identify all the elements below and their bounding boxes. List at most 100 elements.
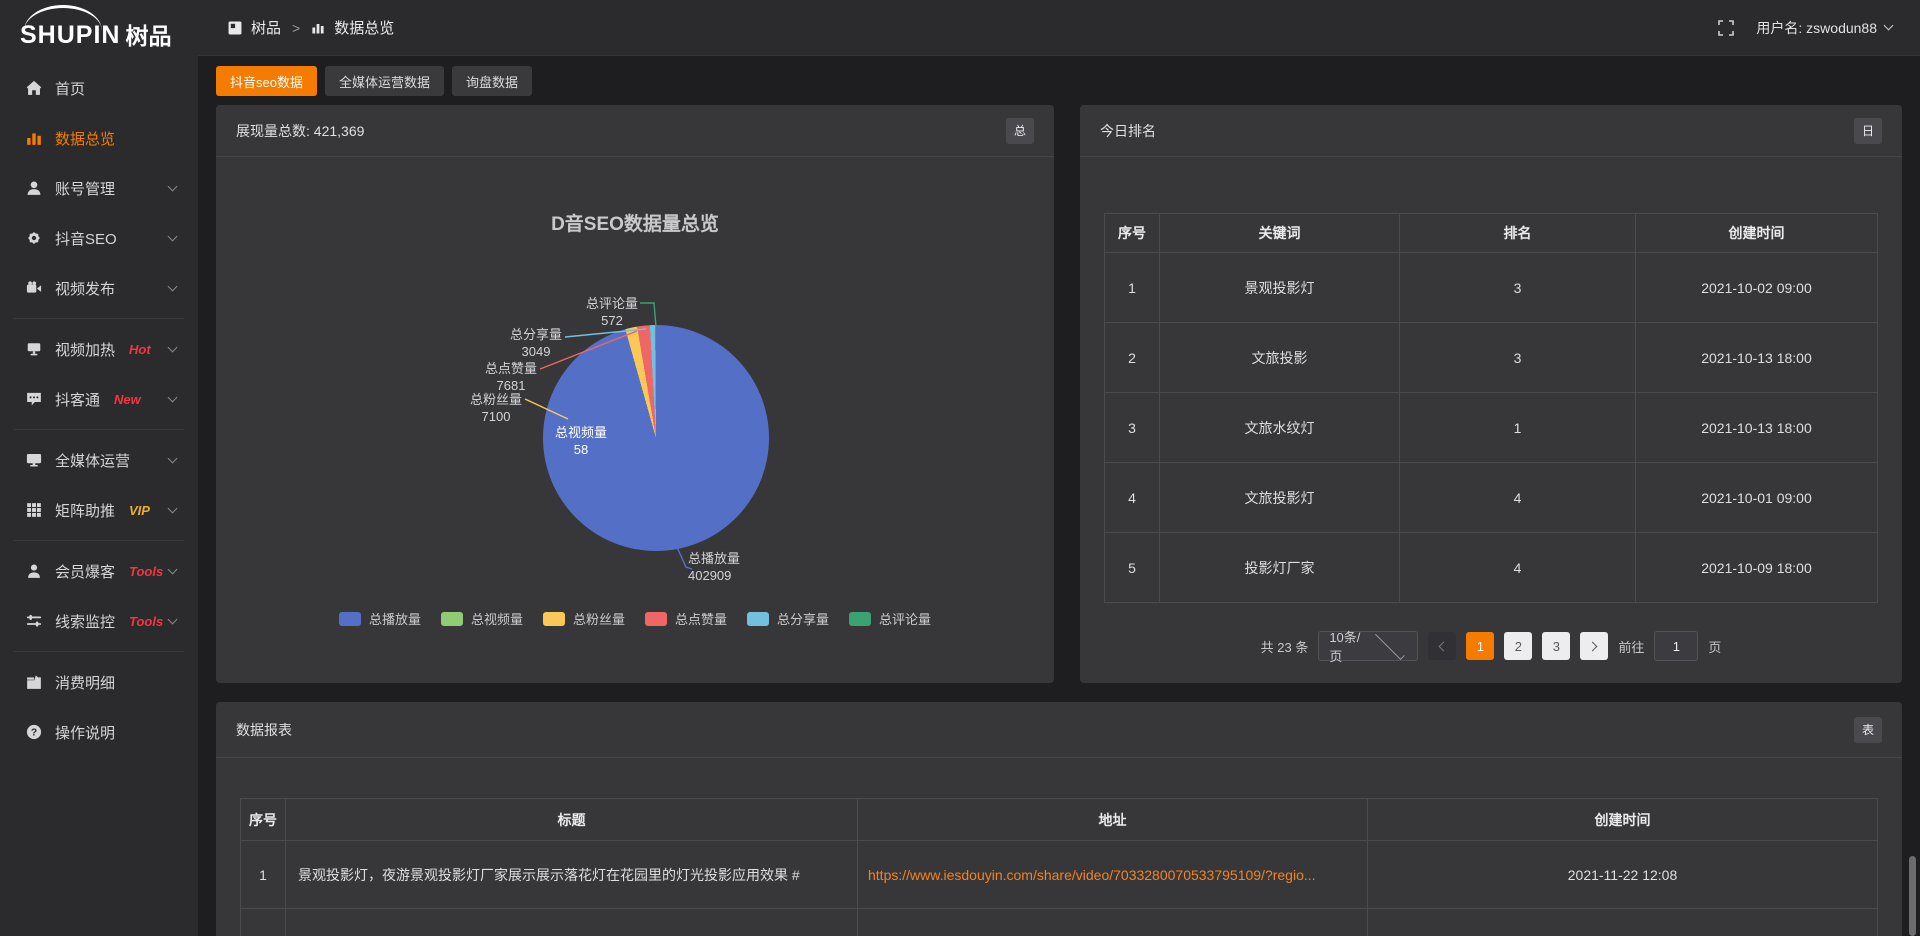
sidebar-item-matrix-boost[interactable]: 矩阵助推 VIP: [0, 485, 198, 535]
sidebar-item-home[interactable]: 首页: [0, 63, 198, 113]
user-icon: [26, 180, 42, 196]
legend-item-shares[interactable]: 总分享量: [747, 609, 829, 628]
pie-label-plays: 总播放量402909: [688, 550, 740, 584]
chevron-down-icon: [168, 614, 178, 624]
sidebar-item-account[interactable]: 账号管理: [0, 163, 198, 213]
sidebar-item-consume-detail[interactable]: 消费明细: [0, 657, 198, 707]
video-camera-icon: [26, 280, 42, 296]
content-area: 抖音seo数据 全媒体运营数据 询盘数据 展现量总数: 421,369 总 D音…: [198, 56, 1920, 936]
sidebar-item-label: 视频发布: [55, 278, 115, 299]
col-title: 标题: [286, 799, 858, 841]
page-size-select[interactable]: 10条/页: [1318, 631, 1418, 661]
table-row: 5投影灯厂家42021-10-09 18:00: [1105, 533, 1878, 603]
next-page-button[interactable]: [1580, 632, 1608, 660]
legend-item-likes[interactable]: 总点赞量: [645, 609, 727, 628]
sidebar-divider: [14, 429, 184, 430]
user-menu[interactable]: 用户名: zswodun88: [1756, 18, 1892, 38]
bar-chart-icon: [311, 21, 325, 35]
home-icon: [26, 80, 42, 96]
grid-square-icon: [228, 21, 242, 35]
rank-panel: 今日排名 日 序号 关键词 排名 创建时间: [1080, 105, 1902, 683]
sidebar-item-help[interactable]: ? 操作说明: [0, 707, 198, 757]
page-button-2[interactable]: 2: [1504, 632, 1532, 660]
table-row: 1 景观投影灯，夜游景观投影灯厂家展示展示落花灯在花园里的灯光投影应用效果 # …: [241, 841, 1878, 909]
goto-page-input[interactable]: [1654, 631, 1698, 661]
tab-inquiry-data[interactable]: 询盘数据: [452, 66, 532, 96]
legend-item-plays[interactable]: 总播放量: [339, 609, 421, 628]
col-no: 序号: [241, 799, 286, 841]
sidebar-divider: [14, 540, 184, 541]
logo-arc: [24, 5, 102, 31]
pie-label-likes: 总点赞量7681: [485, 360, 537, 394]
col-no: 序号: [1105, 214, 1160, 253]
day-button[interactable]: 日: [1854, 118, 1882, 144]
page-button-3[interactable]: 3: [1542, 632, 1570, 660]
tools-badge: Tools: [129, 564, 163, 579]
sidebar-item-douyin-seo[interactable]: 抖音SEO: [0, 213, 198, 263]
report-panel-header: 数据报表 表: [216, 702, 1902, 758]
gear-icon: [26, 230, 42, 246]
rank-panel-title: 今日排名: [1100, 121, 1156, 141]
page-unit-label: 页: [1708, 637, 1721, 656]
sliders-icon: [26, 613, 42, 629]
legend-chip: [849, 612, 871, 626]
chevron-down-icon: [168, 342, 178, 352]
chat-bubble-icon: [26, 391, 42, 407]
legend-chip: [747, 612, 769, 626]
pagination: 共 23 条 10条/页 1 2 3 前往: [1104, 631, 1878, 661]
sidebar-item-data-overview[interactable]: 数据总览: [0, 113, 198, 163]
breadcrumb-current[interactable]: 数据总览: [334, 17, 394, 38]
legend-chip: [543, 612, 565, 626]
col-rank: 排名: [1400, 214, 1636, 253]
sidebar-item-video-publish[interactable]: 视频发布: [0, 263, 198, 313]
report-panel: 数据报表 表 序号 标题 地址 创建时间: [216, 702, 1902, 936]
page-button-1[interactable]: 1: [1466, 632, 1494, 660]
pie-chart-area: D音SEO数据量总览 总评论量572: [216, 157, 1054, 682]
video-link[interactable]: https://www.iesdouyin.com/share/video/70…: [868, 867, 1316, 883]
table-row: 4文旅投影灯42021-10-01 09:00: [1105, 463, 1878, 533]
tab-douyin-seo-data[interactable]: 抖音seo数据: [216, 66, 317, 96]
report-title-cell: 景观投影灯，夜游景观投影灯厂家展示展示落花灯在花园里的灯光投影应用效果 #: [286, 841, 858, 909]
chevron-down-icon: [168, 281, 178, 291]
monitor-icon: [26, 452, 42, 468]
sidebar-item-clue-monitor[interactable]: 线索监控 Tools: [0, 596, 198, 646]
sidebar-item-video-heat[interactable]: 视频加热 Hot: [0, 324, 198, 374]
panels-row: 展现量总数: 421,369 总 D音SEO数据量总览: [216, 105, 1902, 683]
pie-label-shares: 总分享量3049: [510, 326, 562, 360]
table-row: 1景观投影灯32021-10-02 09:00: [1105, 253, 1878, 323]
chevron-down-icon: [168, 392, 178, 402]
chevron-down-icon: [1884, 21, 1894, 31]
sidebar-item-member-leads[interactable]: 会员爆客 Tools: [0, 546, 198, 596]
chevron-down-icon: [168, 503, 178, 513]
sidebar-item-label: 消费明细: [55, 672, 115, 693]
sidebar-item-all-media[interactable]: 全媒体运营: [0, 435, 198, 485]
table-button[interactable]: 表: [1854, 717, 1882, 743]
tab-all-media-data[interactable]: 全媒体运营数据: [325, 66, 444, 96]
sidebar-item-douketong[interactable]: 抖客通 New: [0, 374, 198, 424]
sidebar-item-label: 账号管理: [55, 178, 115, 199]
chevron-left-icon: [1439, 641, 1449, 651]
username-label: 用户名: zswodun88: [1756, 18, 1877, 38]
screen-stand-icon: [26, 341, 42, 357]
legend-item-comments[interactable]: 总评论量: [849, 609, 931, 628]
rank-table-header-row: 序号 关键词 排名 创建时间: [1105, 214, 1878, 253]
sidebar-item-label: 会员爆客: [55, 561, 115, 582]
pie-label-fans: 总粉丝量7100: [470, 391, 522, 425]
person-icon: [26, 563, 42, 579]
sidebar-item-label: 线索监控: [55, 611, 115, 632]
legend-item-fans[interactable]: 总粉丝量: [543, 609, 625, 628]
legend-item-videos[interactable]: 总视频量: [441, 609, 523, 628]
logo: SHUPIN 树品: [0, 0, 198, 56]
overview-total-label: 展现量总数: 421,369: [236, 121, 364, 141]
prev-page-button[interactable]: [1428, 632, 1456, 660]
table-row: 2文旅投影32021-10-13 18:00: [1105, 323, 1878, 393]
rank-table: 序号 关键词 排名 创建时间 1景观投影灯32021-10-02 09:00: [1104, 213, 1878, 603]
report-url-cell: https://www.iesdouyin.com/share/video/70…: [858, 841, 1368, 909]
breadcrumb-root[interactable]: 树品: [251, 17, 281, 38]
report-table: 序号 标题 地址 创建时间 1 景观投影灯，夜游景观投影灯厂家展示展示落花灯在花…: [240, 798, 1878, 936]
wallet-icon: [26, 674, 42, 690]
fullscreen-expand-icon[interactable]: [1718, 20, 1734, 36]
rank-panel-body: 序号 关键词 排名 创建时间 1景观投影灯32021-10-02 09:00: [1080, 213, 1902, 661]
total-button[interactable]: 总: [1006, 118, 1034, 144]
scrollbar-thumb[interactable]: [1909, 856, 1916, 936]
